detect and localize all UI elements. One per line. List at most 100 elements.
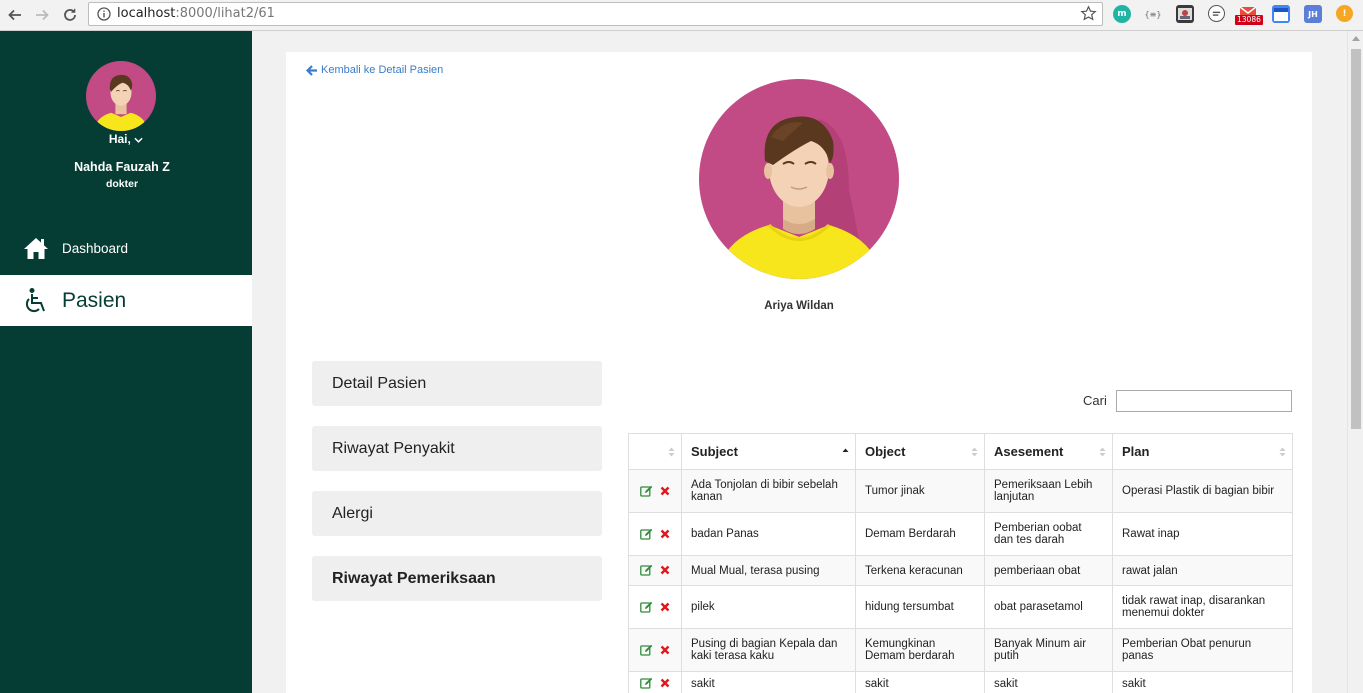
doctor-role: dokter — [105, 178, 139, 190]
examination-table: Subject Object Asesement Plan Ada Tonjol… — [628, 433, 1293, 693]
edit-icon[interactable] — [640, 644, 653, 656]
cell-plan: tidak rawat inap, disarankan menemui dok… — [1112, 585, 1293, 629]
back-arrow-icon[interactable] — [3, 3, 27, 27]
scroll-up-arrow-icon[interactable] — [1352, 36, 1360, 41]
cell-object: Tumor jinak — [855, 469, 985, 513]
delete-icon[interactable] — [660, 678, 670, 688]
cell-object: sakit — [855, 671, 985, 693]
sort-both-icon — [1279, 447, 1286, 457]
m-extension-icon[interactable]: m — [1113, 5, 1131, 23]
tab-detail-pasien[interactable]: Detail Pasien — [312, 361, 602, 406]
row-actions — [628, 555, 682, 586]
delete-icon[interactable] — [660, 486, 670, 496]
main-content: Kembali ke Detail Pasien Ariya Wildan De… — [252, 31, 1347, 693]
column-header-subject[interactable]: Subject — [681, 433, 856, 470]
cell-assessment: Pemberian oobat dan tes darah — [984, 512, 1113, 556]
search-input[interactable] — [1116, 390, 1292, 412]
greeting-dropdown[interactable]: Hai, — [0, 132, 252, 146]
table-row: Pusing di bagian Kepala dan kaki terasa … — [628, 628, 1293, 672]
table-header-row: Subject Object Asesement Plan — [628, 433, 1293, 470]
row-actions — [628, 512, 682, 556]
wheelchair-icon — [25, 287, 45, 312]
sort-both-icon — [668, 447, 675, 457]
table-row: Mual Mual, terasa pusing Terkena keracun… — [628, 555, 1293, 586]
bookmark-star-icon[interactable] — [1080, 5, 1097, 22]
cell-assessment: Banyak Minum air putih — [984, 628, 1113, 672]
sidebar: Hai, Nahda Fauzah Z dokter Dashboard Pas… — [0, 31, 252, 693]
delete-icon[interactable] — [660, 602, 670, 612]
url-text: localhost:8000/lihat2/61 — [117, 6, 275, 21]
line-extension-icon[interactable] — [1208, 5, 1225, 22]
table-row: pilek hidung tersumbat obat parasetamol … — [628, 585, 1293, 629]
home-icon — [24, 238, 48, 259]
delete-icon[interactable] — [660, 529, 670, 539]
sidebar-item-pasien[interactable]: Pasien — [0, 275, 252, 326]
tab-riwayat-pemeriksaan[interactable]: Riwayat Pemeriksaan — [312, 556, 602, 601]
cell-object: Terkena keracunan — [855, 555, 985, 586]
sidebar-item-label: Pasien — [62, 288, 127, 312]
row-actions — [628, 671, 682, 693]
row-actions — [628, 469, 682, 513]
cell-assessment: Pemeriksaan Lebih lanjutan — [984, 469, 1113, 513]
patient-card: Kembali ke Detail Pasien Ariya Wildan De… — [286, 52, 1312, 693]
sidebar-item-dashboard[interactable]: Dashboard — [0, 231, 252, 265]
table-row: Ada Tonjolan di bibir sebelah kanan Tumo… — [628, 469, 1293, 513]
delete-icon[interactable] — [660, 645, 670, 655]
edit-icon[interactable] — [640, 601, 653, 613]
alert-extension-icon[interactable]: ! — [1336, 5, 1353, 22]
json-extension-icon[interactable]: {≡} — [1142, 5, 1164, 23]
edit-icon[interactable] — [640, 528, 653, 540]
tab-riwayat-penyakit[interactable]: Riwayat Penyakit — [312, 426, 602, 471]
cell-subject: badan Panas — [681, 512, 856, 556]
back-to-detail-link[interactable]: Kembali ke Detail Pasien — [306, 64, 443, 76]
chevron-down-icon — [134, 137, 143, 143]
sort-both-icon — [971, 447, 978, 457]
cell-plan: Operasi Plastik di bagian bibir — [1112, 469, 1293, 513]
cell-assessment: sakit — [984, 671, 1113, 693]
cell-assessment: obat parasetamol — [984, 585, 1113, 629]
cell-assessment: pemberiaan obat — [984, 555, 1113, 586]
edit-icon[interactable] — [640, 485, 653, 497]
column-header-plan[interactable]: Plan — [1112, 433, 1293, 470]
delete-icon[interactable] — [660, 565, 670, 575]
sidebar-item-label: Dashboard — [62, 240, 129, 256]
table-row: badan Panas Demam Berdarah Pemberian oob… — [628, 512, 1293, 556]
doctor-name: Nahda Fauzah Z — [74, 160, 170, 174]
cell-subject: pilek — [681, 585, 856, 629]
cell-subject: Pusing di bagian Kepala dan kaki terasa … — [681, 628, 856, 672]
cell-plan: sakit — [1112, 671, 1293, 693]
photo-extension-icon[interactable] — [1176, 5, 1194, 23]
cell-plan: rawat jalan — [1112, 555, 1293, 586]
cell-plan: Rawat inap — [1112, 512, 1293, 556]
calendar-extension-icon[interactable] — [1272, 5, 1290, 23]
browser-toolbar: localhost:8000/lihat2/61 m {≡} 13086 JH … — [0, 0, 1363, 31]
column-header-object[interactable]: Object — [855, 433, 985, 470]
cell-plan: Pemberian Obat penurun panas — [1112, 628, 1293, 672]
doctor-avatar — [86, 61, 156, 131]
reload-icon[interactable] — [58, 3, 82, 27]
info-icon[interactable] — [97, 7, 111, 21]
column-header-asesement[interactable]: Asesement — [984, 433, 1113, 470]
tab-alergi[interactable]: Alergi — [312, 491, 602, 536]
patient-avatar — [699, 79, 899, 279]
sort-both-icon — [1099, 447, 1106, 457]
row-actions — [628, 628, 682, 672]
cell-object: hidung tersumbat — [855, 585, 985, 629]
forward-arrow-icon[interactable] — [30, 3, 54, 27]
gmail-unread-badge: 13086 — [1235, 15, 1263, 25]
cell-object: Kemungkinan Demam berdarah — [855, 628, 985, 672]
edit-icon[interactable] — [640, 677, 653, 690]
jh-extension-icon[interactable]: JH — [1304, 5, 1322, 23]
edit-icon[interactable] — [640, 564, 653, 577]
arrow-left-icon — [306, 64, 317, 76]
patient-name: Ariya Wildan — [764, 300, 834, 312]
scrollbar-thumb[interactable] — [1351, 49, 1361, 429]
cell-subject: sakit — [681, 671, 856, 693]
row-actions — [628, 585, 682, 629]
cell-subject: Mual Mual, terasa pusing — [681, 555, 856, 586]
page-scrollbar[interactable] — [1347, 31, 1363, 693]
column-header-actions[interactable] — [628, 433, 682, 470]
table-row: sakit sakit sakit sakit — [628, 671, 1293, 693]
sort-ascending-icon — [842, 448, 849, 452]
address-bar[interactable]: localhost:8000/lihat2/61 — [88, 2, 1103, 26]
